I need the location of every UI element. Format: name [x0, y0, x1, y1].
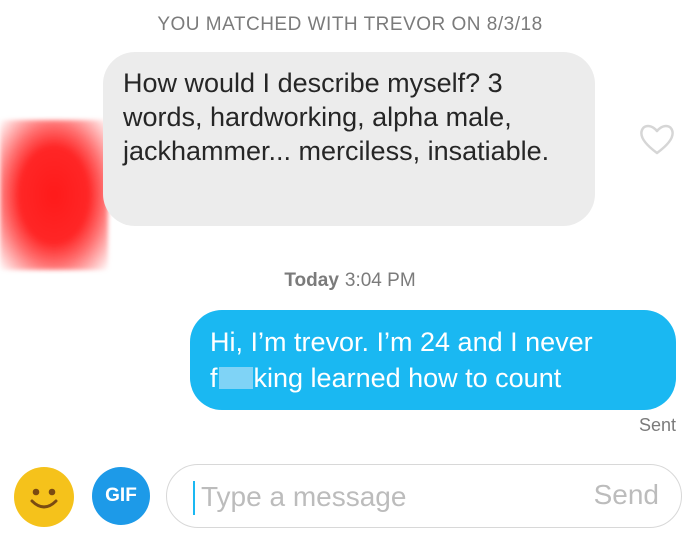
sent-message-line-2: f king learned how to count	[210, 360, 656, 396]
message-composer: Send	[166, 464, 682, 528]
timestamp-time: 3:04 PM	[344, 270, 416, 291]
sent-message-line-2-prefix: f	[210, 363, 218, 393]
timestamp-day: Today	[284, 270, 339, 291]
received-message-text: How would I describe myself? 3 words, ha…	[123, 68, 550, 166]
sent-message-line-2-suffix: king learned how to count	[253, 363, 562, 393]
censor-mask	[218, 367, 253, 389]
message-input[interactable]	[201, 475, 571, 519]
send-button[interactable]: Send	[594, 479, 659, 511]
sent-message-line-1: Hi, I’m trevor. I’m 24 and I never	[210, 327, 593, 357]
emoji-button[interactable]	[14, 467, 74, 527]
gif-button[interactable]: GIF	[92, 467, 150, 525]
received-message-bubble: How would I describe myself? 3 words, ha…	[103, 52, 595, 226]
sent-message-bubble: Hi, I’m trevor. I’m 24 and I never f king…	[190, 310, 676, 410]
match-banner: YOU MATCHED WITH TREVOR ON 8/3/18	[157, 14, 543, 35]
avatar-redacted[interactable]	[0, 120, 108, 270]
message-timestamp: Today 3:04 PM	[0, 270, 700, 292]
text-caret	[193, 481, 195, 515]
heart-outline-icon[interactable]	[638, 122, 676, 156]
sent-status: Sent	[638, 415, 676, 435]
smiley-face-icon	[30, 488, 58, 509]
